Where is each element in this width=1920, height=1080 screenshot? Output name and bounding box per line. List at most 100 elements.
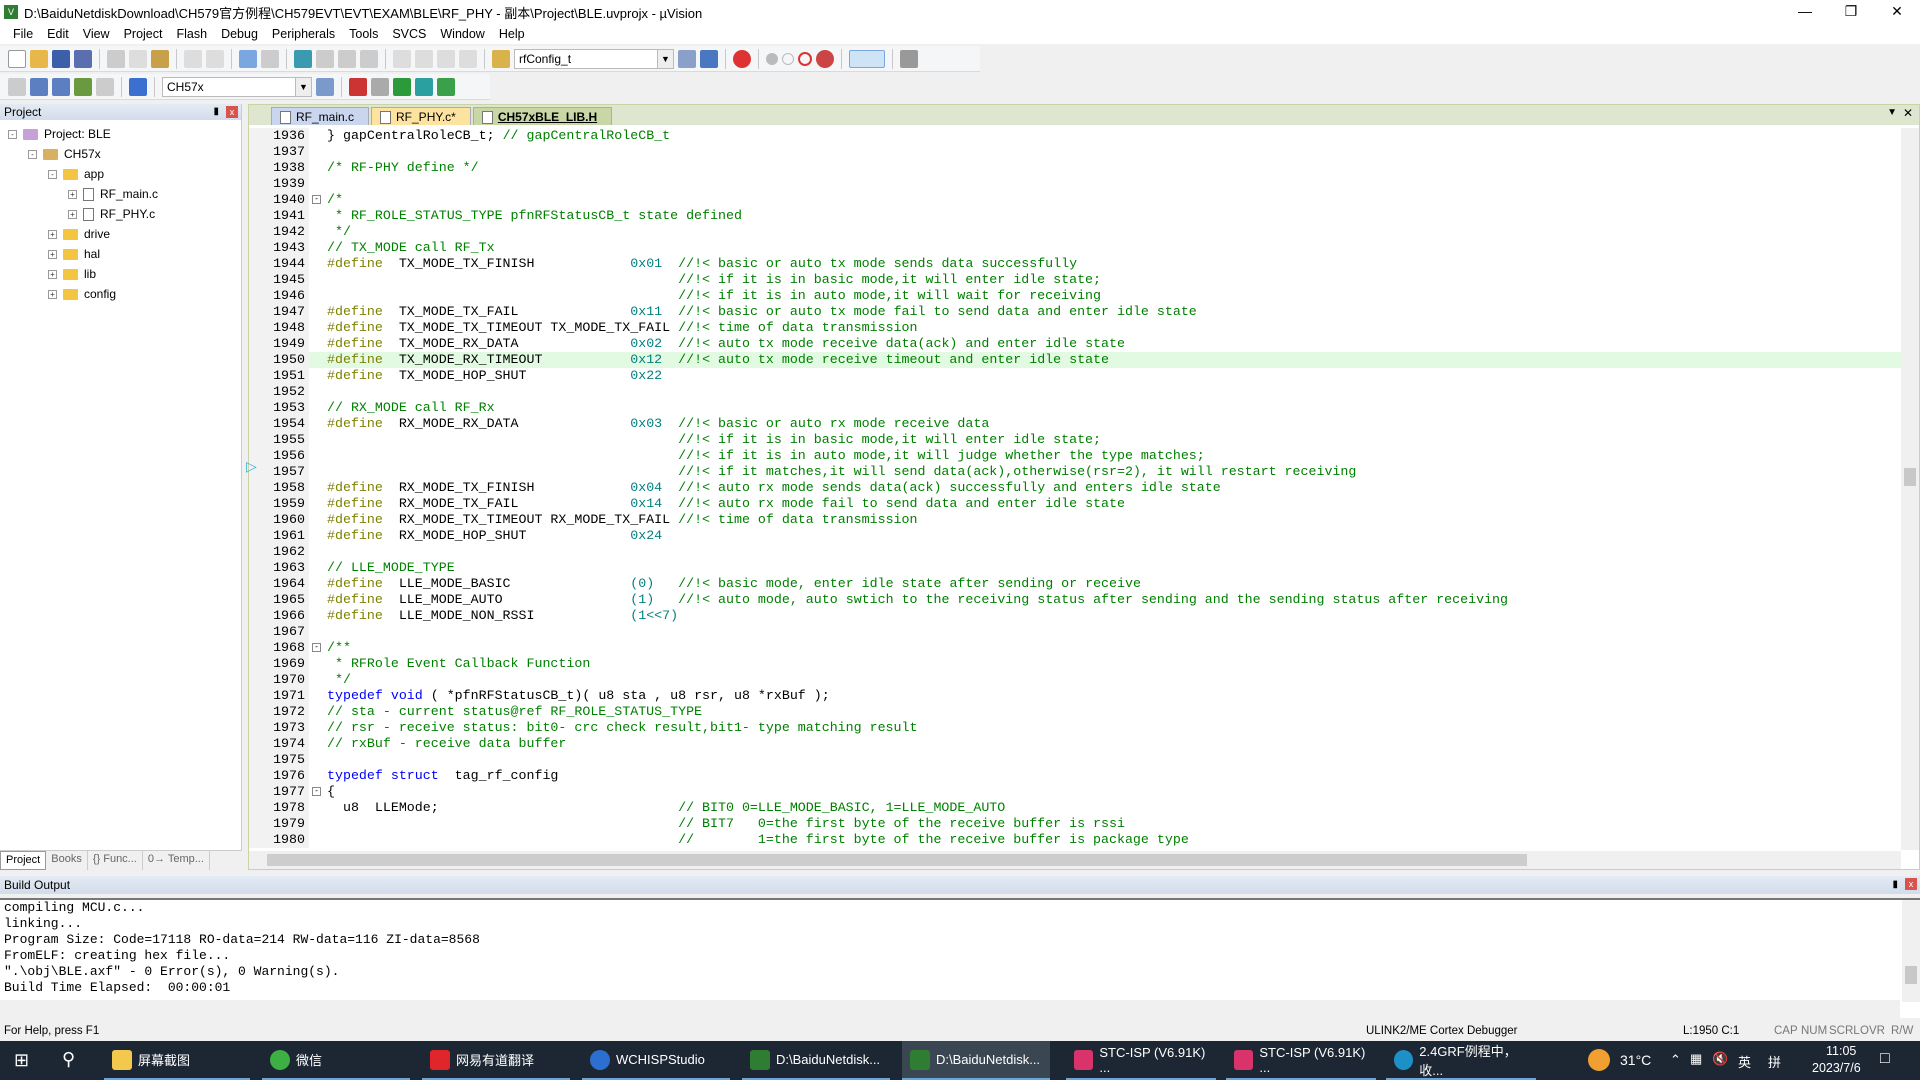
kill-breakpoints-icon[interactable] xyxy=(816,49,834,68)
code-line[interactable]: 1958 #define RX_MODE_TX_FINISH 0x04 //!< … xyxy=(249,480,1901,496)
expand-icon[interactable]: + xyxy=(48,289,57,299)
taskbar-item-active[interactable]: D:\BaiduNetdisk... xyxy=(902,1041,1050,1080)
unindent-icon[interactable] xyxy=(415,49,433,68)
code-line[interactable]: 1975 xyxy=(249,752,1901,768)
tab-templates[interactable]: 0→ Temp... xyxy=(143,851,210,870)
tree-file-rf-phy[interactable]: + RF_PHY.c xyxy=(68,205,155,223)
menu-window[interactable]: Window xyxy=(433,27,491,41)
volume-muted-icon[interactable]: 🔇 xyxy=(1712,1051,1728,1067)
find-in-files-icon[interactable] xyxy=(492,49,510,68)
source-browser-icon[interactable] xyxy=(700,49,718,68)
menu-help[interactable]: Help xyxy=(492,27,532,41)
target-select[interactable]: CH57x ▼ xyxy=(162,76,312,97)
menu-file[interactable]: File xyxy=(6,27,40,41)
code-line[interactable]: 1979 // BIT7 0=the first byte of the rec… xyxy=(249,816,1901,832)
tree-group-app[interactable]: - app xyxy=(48,165,104,183)
taskbar-item[interactable]: 微信 xyxy=(262,1041,410,1080)
tab-rf-phy-c[interactable]: RF_PHY.c* xyxy=(371,107,471,125)
file-extensions-icon[interactable] xyxy=(349,77,367,96)
bookmark-icon[interactable] xyxy=(294,49,312,68)
weather-temp[interactable]: 31°C xyxy=(1620,1052,1651,1068)
tree-group-hal[interactable]: + hal xyxy=(48,245,100,263)
taskbar-item[interactable]: STC-ISP (V6.91K) ... xyxy=(1226,1041,1376,1080)
pin-icon[interactable]: ▮ xyxy=(213,104,219,120)
code-line[interactable]: 1966 #define LLE_MODE_NON_RSSI (1<<7) xyxy=(249,608,1901,624)
code-line[interactable]: 1942 */ xyxy=(249,224,1901,240)
cut-icon[interactable] xyxy=(107,49,125,68)
navigate-forward-icon[interactable] xyxy=(261,49,279,68)
chevron-down-icon[interactable]: ▼ xyxy=(295,77,311,96)
fold-collapse-icon[interactable]: - xyxy=(312,787,321,796)
open-file-icon[interactable] xyxy=(30,49,48,68)
taskbar-item[interactable]: WCHISPStudio xyxy=(582,1041,730,1080)
code-line[interactable]: 1970 */ xyxy=(249,672,1901,688)
scroll-thumb[interactable] xyxy=(1905,966,1917,984)
weather-icon[interactable] xyxy=(1588,1049,1610,1071)
indent-icon[interactable] xyxy=(393,49,411,68)
code-line[interactable]: 1947 #define TX_MODE_TX_FAIL 0x11 //!< ba… xyxy=(249,304,1901,320)
undo-icon[interactable] xyxy=(184,49,202,68)
menu-view[interactable]: View xyxy=(76,27,117,41)
code-line[interactable]: 1939 xyxy=(249,176,1901,192)
incremental-find-icon[interactable] xyxy=(678,49,696,68)
window-layout-icon[interactable] xyxy=(849,49,885,68)
code-line[interactable]: 1967 xyxy=(249,624,1901,640)
tray-chevron-icon[interactable]: ⌃ xyxy=(1670,1052,1681,1068)
tree-target-ch57x[interactable]: - CH57x xyxy=(28,145,101,163)
code-line[interactable]: 1957 //!< if it matches,it will send dat… xyxy=(249,464,1901,480)
menu-tools[interactable]: Tools xyxy=(342,27,385,41)
expand-icon[interactable]: + xyxy=(68,189,77,199)
code-line[interactable]: 1936} gapCentralRoleCB_t; // gapCentralR… xyxy=(249,128,1901,144)
translate-icon[interactable] xyxy=(8,77,26,96)
tree-file-rf-main[interactable]: + RF_main.c xyxy=(68,185,158,203)
taskbar-item[interactable]: 2.4GRF例程中，收... xyxy=(1386,1041,1536,1080)
collapse-icon[interactable]: - xyxy=(28,149,37,159)
tree-group-config[interactable]: + config xyxy=(48,285,116,303)
debug-session-icon[interactable] xyxy=(733,49,751,68)
enable-breakpoint-icon[interactable] xyxy=(782,52,794,65)
ime-mode[interactable]: 拼 xyxy=(1768,1052,1781,1071)
menu-project[interactable]: Project xyxy=(117,27,170,41)
close-panel-icon[interactable]: x xyxy=(226,106,238,118)
save-icon[interactable] xyxy=(52,49,70,68)
taskbar-item[interactable]: STC-ISP (V6.91K) ... xyxy=(1066,1041,1216,1080)
scroll-thumb[interactable] xyxy=(1904,468,1916,486)
find-combo[interactable]: rfConfig_t ▼ xyxy=(514,48,674,69)
code-line[interactable]: 1945 //!< if it is in basic mode,it will… xyxy=(249,272,1901,288)
code-line[interactable]: 1948 #define TX_MODE_TX_TIMEOUT TX_MODE_T… xyxy=(249,320,1901,336)
code-line[interactable]: 1953 // RX_MODE call RF_Rx xyxy=(249,400,1901,416)
clock-date[interactable]: 2023/7/6 xyxy=(1812,1061,1861,1075)
rebuild-icon[interactable] xyxy=(52,77,70,96)
expand-icon[interactable]: + xyxy=(48,229,57,239)
build-output-window[interactable]: compiling MCU.c... linking... Program Si… xyxy=(0,898,1920,1018)
code-line[interactable]: 1940-/* xyxy=(249,192,1901,208)
code-line[interactable]: 1976 typedef struct tag_rf_config xyxy=(249,768,1901,784)
comment-icon[interactable] xyxy=(437,49,455,68)
stop-build-icon[interactable] xyxy=(96,77,114,96)
code-line[interactable]: 1974 // rxBuf - receive data buffer xyxy=(249,736,1901,752)
close-button[interactable]: ✕ xyxy=(1874,0,1920,24)
ime-language[interactable]: 英 xyxy=(1738,1052,1751,1071)
new-file-icon[interactable] xyxy=(8,49,26,68)
menu-svcs[interactable]: SVCS xyxy=(385,27,433,41)
redo-icon[interactable] xyxy=(206,49,224,68)
code-area[interactable]: 1936} gapCentralRoleCB_t; // gapCentralR… xyxy=(249,128,1901,850)
tree-group-drive[interactable]: + drive xyxy=(48,225,110,243)
tab-project[interactable]: Project xyxy=(0,851,47,870)
code-line[interactable]: 1952 xyxy=(249,384,1901,400)
code-line[interactable]: 1978 u8 LLEMode; // BIT0 0=LLE_MODE_BASI… xyxy=(249,800,1901,816)
expand-icon[interactable]: + xyxy=(48,269,57,279)
fold-collapse-icon[interactable]: - xyxy=(312,195,321,204)
tab-rf-main-c[interactable]: RF_main.c xyxy=(271,107,370,125)
manage-project-items-icon[interactable] xyxy=(371,77,389,96)
fold-collapse-icon[interactable]: - xyxy=(312,643,321,652)
code-line[interactable]: 1968-/** xyxy=(249,640,1901,656)
menu-debug[interactable]: Debug xyxy=(214,27,265,41)
close-panel-icon[interactable]: x xyxy=(1905,878,1917,890)
output-horizontal-scrollbar[interactable] xyxy=(0,1000,1900,1018)
select-packs-icon[interactable] xyxy=(393,77,411,96)
clock-time[interactable]: 11:05 xyxy=(1826,1044,1856,1058)
clear-bookmarks-icon[interactable] xyxy=(360,49,378,68)
code-line[interactable]: 1949 #define TX_MODE_RX_DATA 0x02 //!< au… xyxy=(249,336,1901,352)
search-icon[interactable]: ⚲ xyxy=(62,1049,75,1070)
